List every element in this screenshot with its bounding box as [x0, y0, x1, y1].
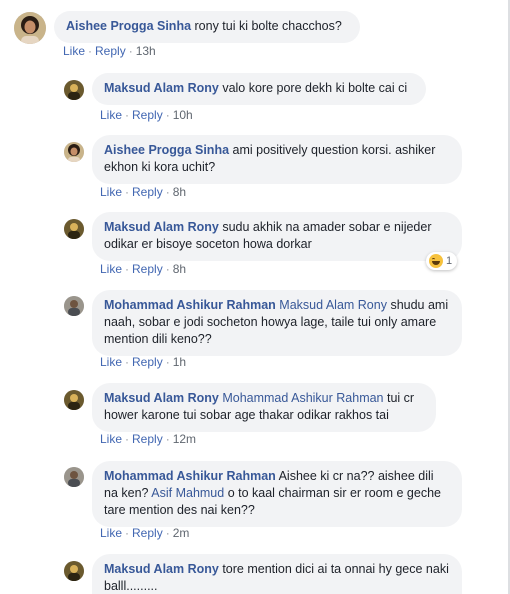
comment-text: rony tui ki bolte chacchos?	[194, 19, 342, 33]
author-name[interactable]: Mohammad Ashikur Rahman	[104, 469, 276, 483]
user-photo-icon	[64, 561, 84, 581]
avatar[interactable]	[64, 561, 84, 581]
avatar[interactable]	[64, 142, 84, 162]
separator: ·	[125, 432, 130, 446]
author-name[interactable]: Maksud Alam Rony	[104, 562, 219, 576]
author-name[interactable]: Aishee Progga Sinha	[66, 19, 191, 33]
like-link[interactable]: Like	[100, 432, 122, 446]
comment-actions: Like · Reply · 1h	[100, 355, 186, 369]
author-name[interactable]: Maksud Alam Rony	[104, 391, 219, 405]
comment-actions: Like · Reply · 8h	[100, 262, 186, 276]
author-name[interactable]: Maksud Alam Rony	[104, 220, 219, 234]
reaction-count: 1	[446, 255, 453, 267]
timestamp[interactable]: 8h	[173, 262, 186, 276]
user-photo-icon	[14, 12, 46, 44]
comment-bubble: Mohammad Ashikur Rahman Maksud Alam Rony…	[92, 290, 462, 356]
like-link[interactable]: Like	[63, 44, 85, 58]
user-photo-icon	[64, 142, 84, 162]
avatar[interactable]	[64, 467, 84, 487]
author-name[interactable]: Aishee Progga Sinha	[104, 143, 229, 157]
separator: ·	[165, 108, 170, 122]
reaction-badge[interactable]: 1	[426, 252, 458, 270]
separator: ·	[165, 262, 170, 276]
timestamp[interactable]: 8h	[173, 185, 186, 199]
separator: ·	[165, 355, 170, 369]
user-photo-icon	[64, 296, 84, 316]
comment-actions: Like · Reply · 13h	[63, 44, 156, 58]
avatar[interactable]	[64, 80, 84, 100]
mention-link[interactable]: Maksud Alam Rony	[279, 298, 387, 312]
reply-link[interactable]: Reply	[132, 108, 163, 122]
comment-actions: Like · Reply · 10h	[100, 108, 193, 122]
separator: ·	[165, 185, 170, 199]
comment-actions: Like · Reply · 2m	[100, 526, 189, 540]
separator: ·	[125, 262, 130, 276]
user-photo-icon	[64, 467, 84, 487]
user-photo-icon	[64, 80, 84, 100]
haha-emoji-icon	[429, 254, 443, 268]
separator: ·	[125, 185, 130, 199]
avatar[interactable]	[64, 219, 84, 239]
comment-bubble: Maksud Alam Rony valo kore pore dekh ki …	[92, 73, 426, 105]
reply-link[interactable]: Reply	[132, 526, 163, 540]
like-link[interactable]: Like	[100, 526, 122, 540]
separator: ·	[125, 526, 130, 540]
comment-bubble: Maksud Alam Rony Mohammad Ashikur Rahman…	[92, 383, 436, 432]
comment-bubble: Maksud Alam Rony sudu akhik na amader so…	[92, 212, 462, 261]
timestamp[interactable]: 10h	[173, 108, 193, 122]
like-link[interactable]: Like	[100, 185, 122, 199]
comment-text: valo kore pore dekh ki bolte cai ci	[222, 81, 408, 95]
comment-bubble: Aishee Progga Sinha rony tui ki bolte ch…	[54, 11, 360, 43]
author-name[interactable]: Maksud Alam Rony	[104, 81, 219, 95]
mention-link[interactable]: Asif Mahmud	[151, 486, 224, 500]
reply-link[interactable]: Reply	[132, 185, 163, 199]
separator: ·	[88, 44, 93, 58]
reply-link[interactable]: Reply	[132, 432, 163, 446]
avatar[interactable]	[64, 390, 84, 410]
user-photo-icon	[64, 219, 84, 239]
comment-bubble: Mohammad Ashikur Rahman Aishee ki cr na?…	[92, 461, 462, 527]
mention-link[interactable]: Mohammad Ashikur Rahman	[222, 391, 383, 405]
timestamp[interactable]: 13h	[136, 44, 156, 58]
separator: ·	[165, 432, 170, 446]
reply-link[interactable]: Reply	[95, 44, 126, 58]
avatar[interactable]	[14, 12, 46, 44]
comment-bubble: Aishee Progga Sinha ami positively quest…	[92, 135, 462, 184]
comment-actions: Like · Reply · 12m	[100, 432, 196, 446]
author-name[interactable]: Mohammad Ashikur Rahman	[104, 298, 276, 312]
like-link[interactable]: Like	[100, 108, 122, 122]
like-link[interactable]: Like	[100, 262, 122, 276]
separator: ·	[125, 355, 130, 369]
separator: ·	[125, 108, 130, 122]
reply-link[interactable]: Reply	[132, 355, 163, 369]
reply-link[interactable]: Reply	[132, 262, 163, 276]
timestamp[interactable]: 2m	[173, 526, 190, 540]
separator: ·	[165, 526, 170, 540]
user-photo-icon	[64, 390, 84, 410]
avatar[interactable]	[64, 296, 84, 316]
comment-actions: Like · Reply · 8h	[100, 185, 186, 199]
separator: ·	[128, 44, 133, 58]
like-link[interactable]: Like	[100, 355, 122, 369]
comment-bubble: Maksud Alam Rony tore mention dici ai ta…	[92, 554, 462, 594]
timestamp[interactable]: 12m	[173, 432, 196, 446]
timestamp[interactable]: 1h	[173, 355, 186, 369]
